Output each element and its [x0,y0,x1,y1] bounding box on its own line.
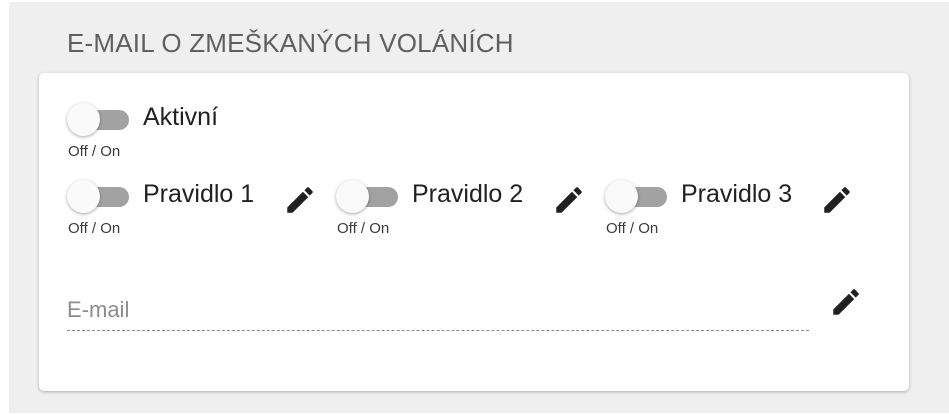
toggle-thumb [336,180,369,213]
toggle-thumb [67,103,100,136]
active-toggle-label: Aktivní [143,103,219,131]
rule-2-edit-button[interactable] [552,183,586,217]
email-field-container [67,289,809,333]
pencil-icon [556,187,582,213]
rule-1-hint: Off / On [68,220,121,237]
active-toggle-hint: Off / On [68,143,121,160]
pencil-icon [287,187,313,213]
pencil-icon [833,289,859,315]
email-edit-button[interactable] [829,285,863,319]
section-title: E-MAIL O ZMEŠKANÝCH VOLÁNÍCH [67,28,514,58]
rule-3-toggle[interactable] [605,179,667,213]
settings-card: Aktivní Off / On Pravidlo 1 Off / On Pra… [39,73,909,391]
missed-calls-email-panel: E-MAIL O ZMEŠKANÝCH VOLÁNÍCH Aktivní Off… [9,2,949,413]
toggle-thumb [67,180,100,213]
email-input[interactable] [67,289,809,331]
rule-3-label: Pravidlo 3 [681,180,793,208]
rule-1-label: Pravidlo 1 [143,180,255,208]
rule-1-toggle[interactable] [67,179,129,213]
rule-2-toggle[interactable] [336,179,398,213]
rule-1-edit-button[interactable] [283,183,317,217]
active-toggle[interactable] [67,102,129,136]
pencil-icon [824,187,850,213]
toggle-thumb [605,180,638,213]
rule-2-label: Pravidlo 2 [412,180,524,208]
rule-3-edit-button[interactable] [820,183,854,217]
rule-3-hint: Off / On [606,220,659,237]
rule-2-hint: Off / On [337,220,390,237]
